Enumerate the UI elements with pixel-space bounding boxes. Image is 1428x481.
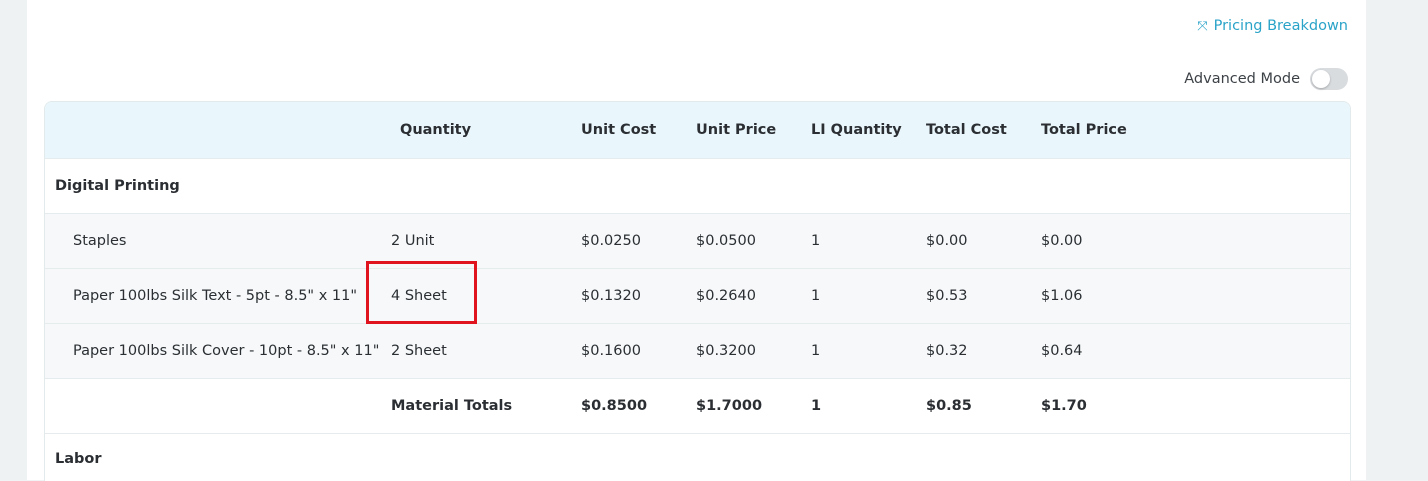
totals-total-cost: $0.85 (926, 377, 1041, 433)
group-title: Digital Printing (45, 157, 1350, 213)
item-total-price: $0.64 (1041, 322, 1161, 378)
advanced-mode-label: Advanced Mode (1184, 71, 1300, 87)
item-li-quantity: 1 (811, 322, 926, 378)
item-total-cost: $0.53 (926, 267, 1041, 323)
item-li-quantity: 1 (811, 212, 926, 268)
column-header-name (45, 102, 391, 158)
totals-total-price: $1.70 (1041, 377, 1161, 433)
material-totals-row: Material Totals $0.8500 $1.7000 1 $0.85 … (45, 377, 1350, 433)
pricing-table: Quantity Unit Cost Unit Price LI Quantit… (44, 101, 1351, 481)
item-unit-cost: $0.1600 (581, 322, 696, 378)
item-name: Paper 100lbs Silk Cover - 10pt - 8.5" x … (45, 322, 391, 378)
item-name: Staples (45, 212, 391, 268)
item-quantity: 2 Unit (391, 212, 581, 268)
pricing-panel: ⤧ Pricing Breakdown Advanced Mode Quanti… (27, 0, 1366, 481)
item-unit-price: $0.0500 (696, 212, 811, 268)
advanced-mode-control: Advanced Mode (1184, 68, 1348, 90)
pricing-breakdown-link[interactable]: ⤧ Pricing Breakdown (1197, 18, 1348, 34)
item-total-cost: $0.32 (926, 322, 1041, 378)
totals-unit-price: $1.7000 (696, 377, 811, 433)
item-quantity: 2 Sheet (391, 322, 581, 378)
table-row: Paper 100lbs Silk Text - 5pt - 8.5" x 11… (45, 267, 1350, 323)
pricing-breakdown-label: Pricing Breakdown (1213, 18, 1348, 34)
item-unit-cost: $0.1320 (581, 267, 696, 323)
column-header-total-price: Total Price (1041, 121, 1127, 138)
page-margin-right (1366, 0, 1428, 480)
item-li-quantity: 1 (811, 267, 926, 323)
item-total-price: $0.00 (1041, 212, 1161, 268)
totals-li-quantity: 1 (811, 377, 926, 433)
item-unit-cost: $0.0250 (581, 212, 696, 268)
toggle-knob (1312, 70, 1330, 88)
item-total-price: $1.06 (1041, 267, 1161, 323)
column-header-total-cost: Total Cost (926, 121, 1007, 138)
column-header-unit-cost: Unit Cost (581, 121, 657, 138)
group-title: Labor (45, 432, 1350, 481)
collapse-arrows-icon: ⤧ (1197, 18, 1208, 34)
item-unit-price: $0.2640 (696, 267, 811, 323)
advanced-mode-toggle[interactable] (1310, 68, 1348, 90)
page-margin-left (0, 0, 27, 480)
item-unit-price: $0.3200 (696, 322, 811, 378)
item-total-cost: $0.00 (926, 212, 1041, 268)
totals-label: Material Totals (391, 377, 581, 433)
column-header-spacer (1161, 102, 1350, 158)
column-header-unit-price: Unit Price (696, 121, 777, 138)
group-row-labor: Labor (45, 432, 1350, 481)
table-row: Staples 2 Unit $0.0250 $0.0500 1 $0.00 $… (45, 212, 1350, 268)
table-header-row: Quantity Unit Cost Unit Price LI Quantit… (45, 102, 1350, 158)
group-row-digital-printing: Digital Printing (45, 157, 1350, 213)
column-header-quantity: Quantity (400, 121, 472, 138)
table-row: Paper 100lbs Silk Cover - 10pt - 8.5" x … (45, 322, 1350, 378)
item-name: Paper 100lbs Silk Text - 5pt - 8.5" x 11… (45, 267, 391, 323)
totals-unit-cost: $0.8500 (581, 377, 696, 433)
item-quantity: 4 Sheet (391, 267, 581, 323)
column-header-li-quantity: LI Quantity (811, 121, 902, 138)
